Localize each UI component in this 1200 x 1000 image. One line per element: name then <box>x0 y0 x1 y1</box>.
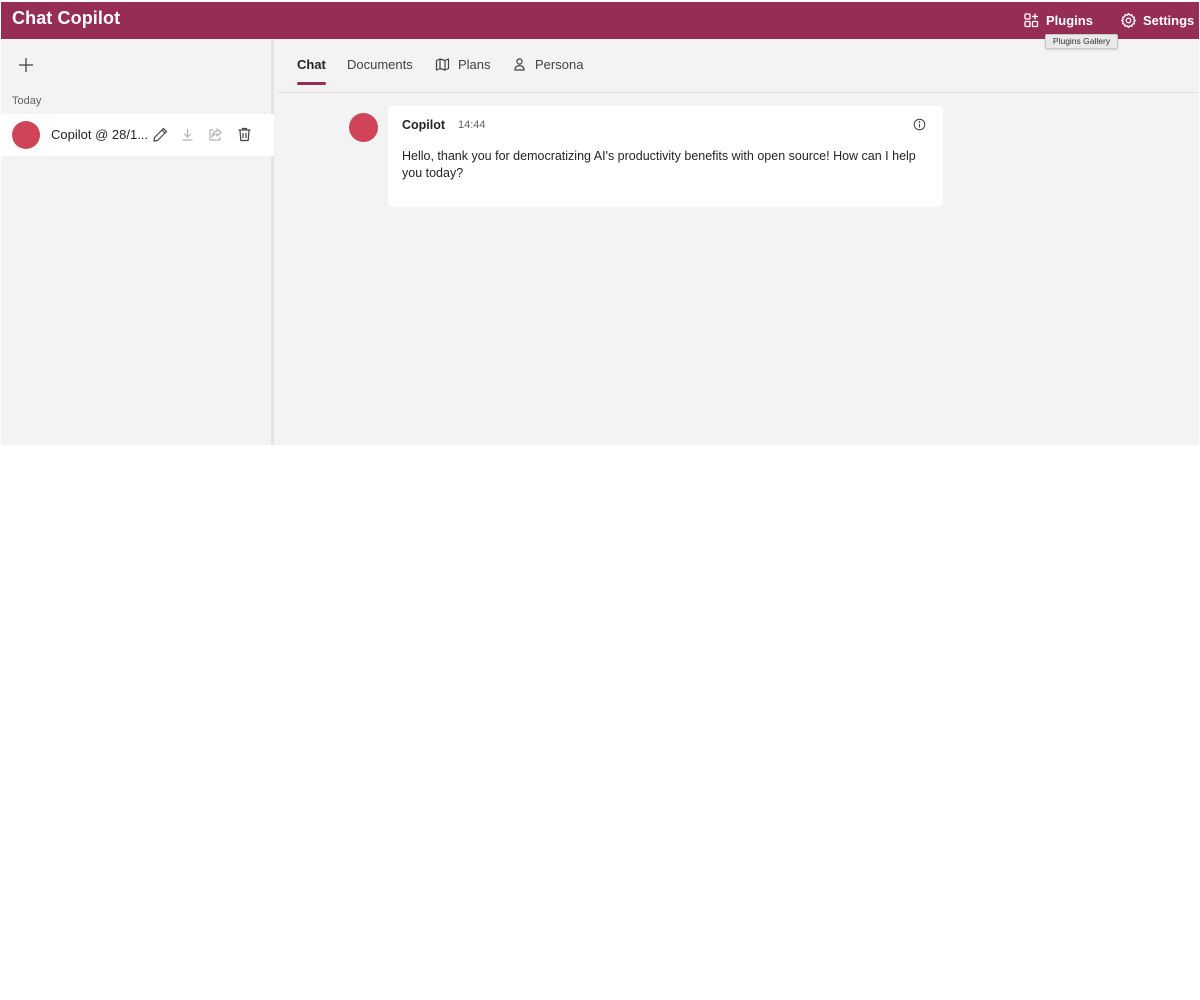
share-icon <box>207 128 224 147</box>
tab-plans[interactable]: Plans <box>435 57 491 85</box>
tab-label: Persona <box>535 57 584 72</box>
settings-button[interactable]: Settings <box>1120 2 1194 39</box>
tab-persona[interactable]: Persona <box>512 57 583 85</box>
avatar <box>349 113 378 142</box>
plugins-label: Plugins <box>1046 13 1093 28</box>
map-icon <box>435 57 450 75</box>
avatar <box>12 121 40 149</box>
tab-documents[interactable]: Documents <box>347 57 413 85</box>
person-icon <box>512 57 527 75</box>
info-icon <box>913 118 926 135</box>
chat-message: Copilot 14:44 Hello, thank you for democ… <box>388 106 943 207</box>
plus-icon <box>17 58 35 78</box>
download-icon <box>179 128 196 147</box>
message-text: Hello, thank you for democratizing AI's … <box>402 149 916 180</box>
plugins-icon <box>1023 12 1040 29</box>
download-button[interactable] <box>179 126 196 143</box>
top-bar: Chat Copilot Plugins Settings <box>1 2 1199 39</box>
tab-label: Plans <box>458 57 491 72</box>
conversation-item[interactable]: Copilot @ 28/1... <box>1 114 274 156</box>
gear-icon <box>1120 12 1137 29</box>
tab-chat[interactable]: Chat <box>297 57 326 85</box>
share-button[interactable] <box>207 126 224 143</box>
conversation-sidebar: Today Copilot @ 28/1... <box>1 39 274 445</box>
edit-button[interactable] <box>152 126 169 143</box>
section-label-today: Today <box>12 95 42 107</box>
trash-icon <box>236 127 253 147</box>
app-title: Chat Copilot <box>12 8 121 28</box>
message-author: Copilot <box>402 118 446 132</box>
info-button[interactable] <box>913 118 926 131</box>
app-window: Chat Copilot Plugins Settings Plugins Ga… <box>1 2 1199 445</box>
new-chat-button[interactable] <box>17 56 35 74</box>
conversation-title: Copilot @ 28/1... <box>51 127 149 142</box>
settings-label: Settings <box>1143 13 1195 28</box>
message-timestamp: 14:44 <box>458 119 486 131</box>
tab-label: Documents <box>347 57 413 72</box>
delete-button[interactable] <box>236 126 253 143</box>
tab-label: Chat <box>297 57 326 72</box>
chat-tabs: Chat Documents Plans Persona <box>277 39 1199 93</box>
pencil-icon <box>152 127 169 147</box>
